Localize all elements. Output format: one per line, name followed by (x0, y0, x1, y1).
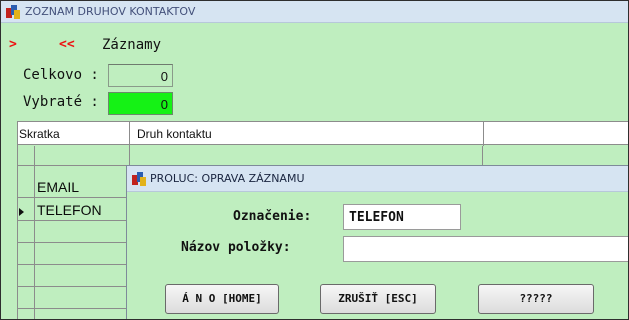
dialog-title: PROLUC: OPRAVA ZÁZNAMU (150, 172, 305, 185)
designation-field[interactable]: TELEFON (343, 204, 461, 230)
grid-cell-code[interactable]: TELEFON (37, 202, 102, 218)
main-window: ZOZNAM DRUHOV KONTAKTOV > << Záznamy Cel… (0, 0, 629, 320)
item-name-field[interactable] (343, 236, 628, 262)
dialog-title-bar: PROLUC: OPRAVA ZÁZNAMU (127, 166, 628, 192)
grid-column-divider (482, 146, 483, 166)
cancel-button[interactable]: ZRUŠIŤ [ESC] (320, 284, 436, 314)
grid-row-divider (17, 197, 127, 198)
column-header-type[interactable]: Druh kontaktu (137, 127, 212, 141)
app-icon (132, 172, 146, 186)
grid-column-divider (34, 146, 35, 319)
grid-row-divider (17, 165, 127, 166)
grid-row-divider (17, 220, 127, 221)
current-row-indicator-icon (19, 208, 24, 216)
selected-count-value: 0 (108, 92, 173, 115)
grid-row-divider (17, 242, 127, 243)
records-label: Záznamy (102, 37, 162, 53)
item-name-label: Názov položky: (181, 240, 291, 255)
column-header-code[interactable]: Skratka (19, 127, 60, 141)
grid-row-divider (17, 308, 127, 309)
selected-count-label: Vybraté : (23, 94, 99, 110)
main-title-bar: ZOZNAM DRUHOV KONTAKTOV (1, 1, 628, 23)
grid-header: Skratka Druh kontaktu (17, 121, 628, 146)
grid-row-divider (17, 286, 127, 287)
edit-record-dialog: PROLUC: OPRAVA ZÁZNAMU Označenie: TELEFO… (126, 165, 628, 319)
grid-row-divider (17, 264, 127, 265)
nav-prev-arrow-icon[interactable]: << (59, 37, 75, 52)
grid-cell-code[interactable]: EMAIL (37, 179, 79, 195)
main-window-title: ZOZNAM DRUHOV KONTAKTOV (25, 5, 196, 18)
unknown-button[interactable]: ????? (478, 284, 594, 314)
yes-button[interactable]: Á N O [HOME] (165, 284, 279, 314)
designation-label: Označenie: (233, 209, 312, 224)
app-icon (6, 5, 20, 19)
nav-next-arrow-icon[interactable]: > (9, 37, 17, 52)
total-count-value: 0 (108, 64, 173, 87)
total-count-label: Celkovo : (23, 67, 99, 83)
grid-column-divider (129, 146, 130, 166)
